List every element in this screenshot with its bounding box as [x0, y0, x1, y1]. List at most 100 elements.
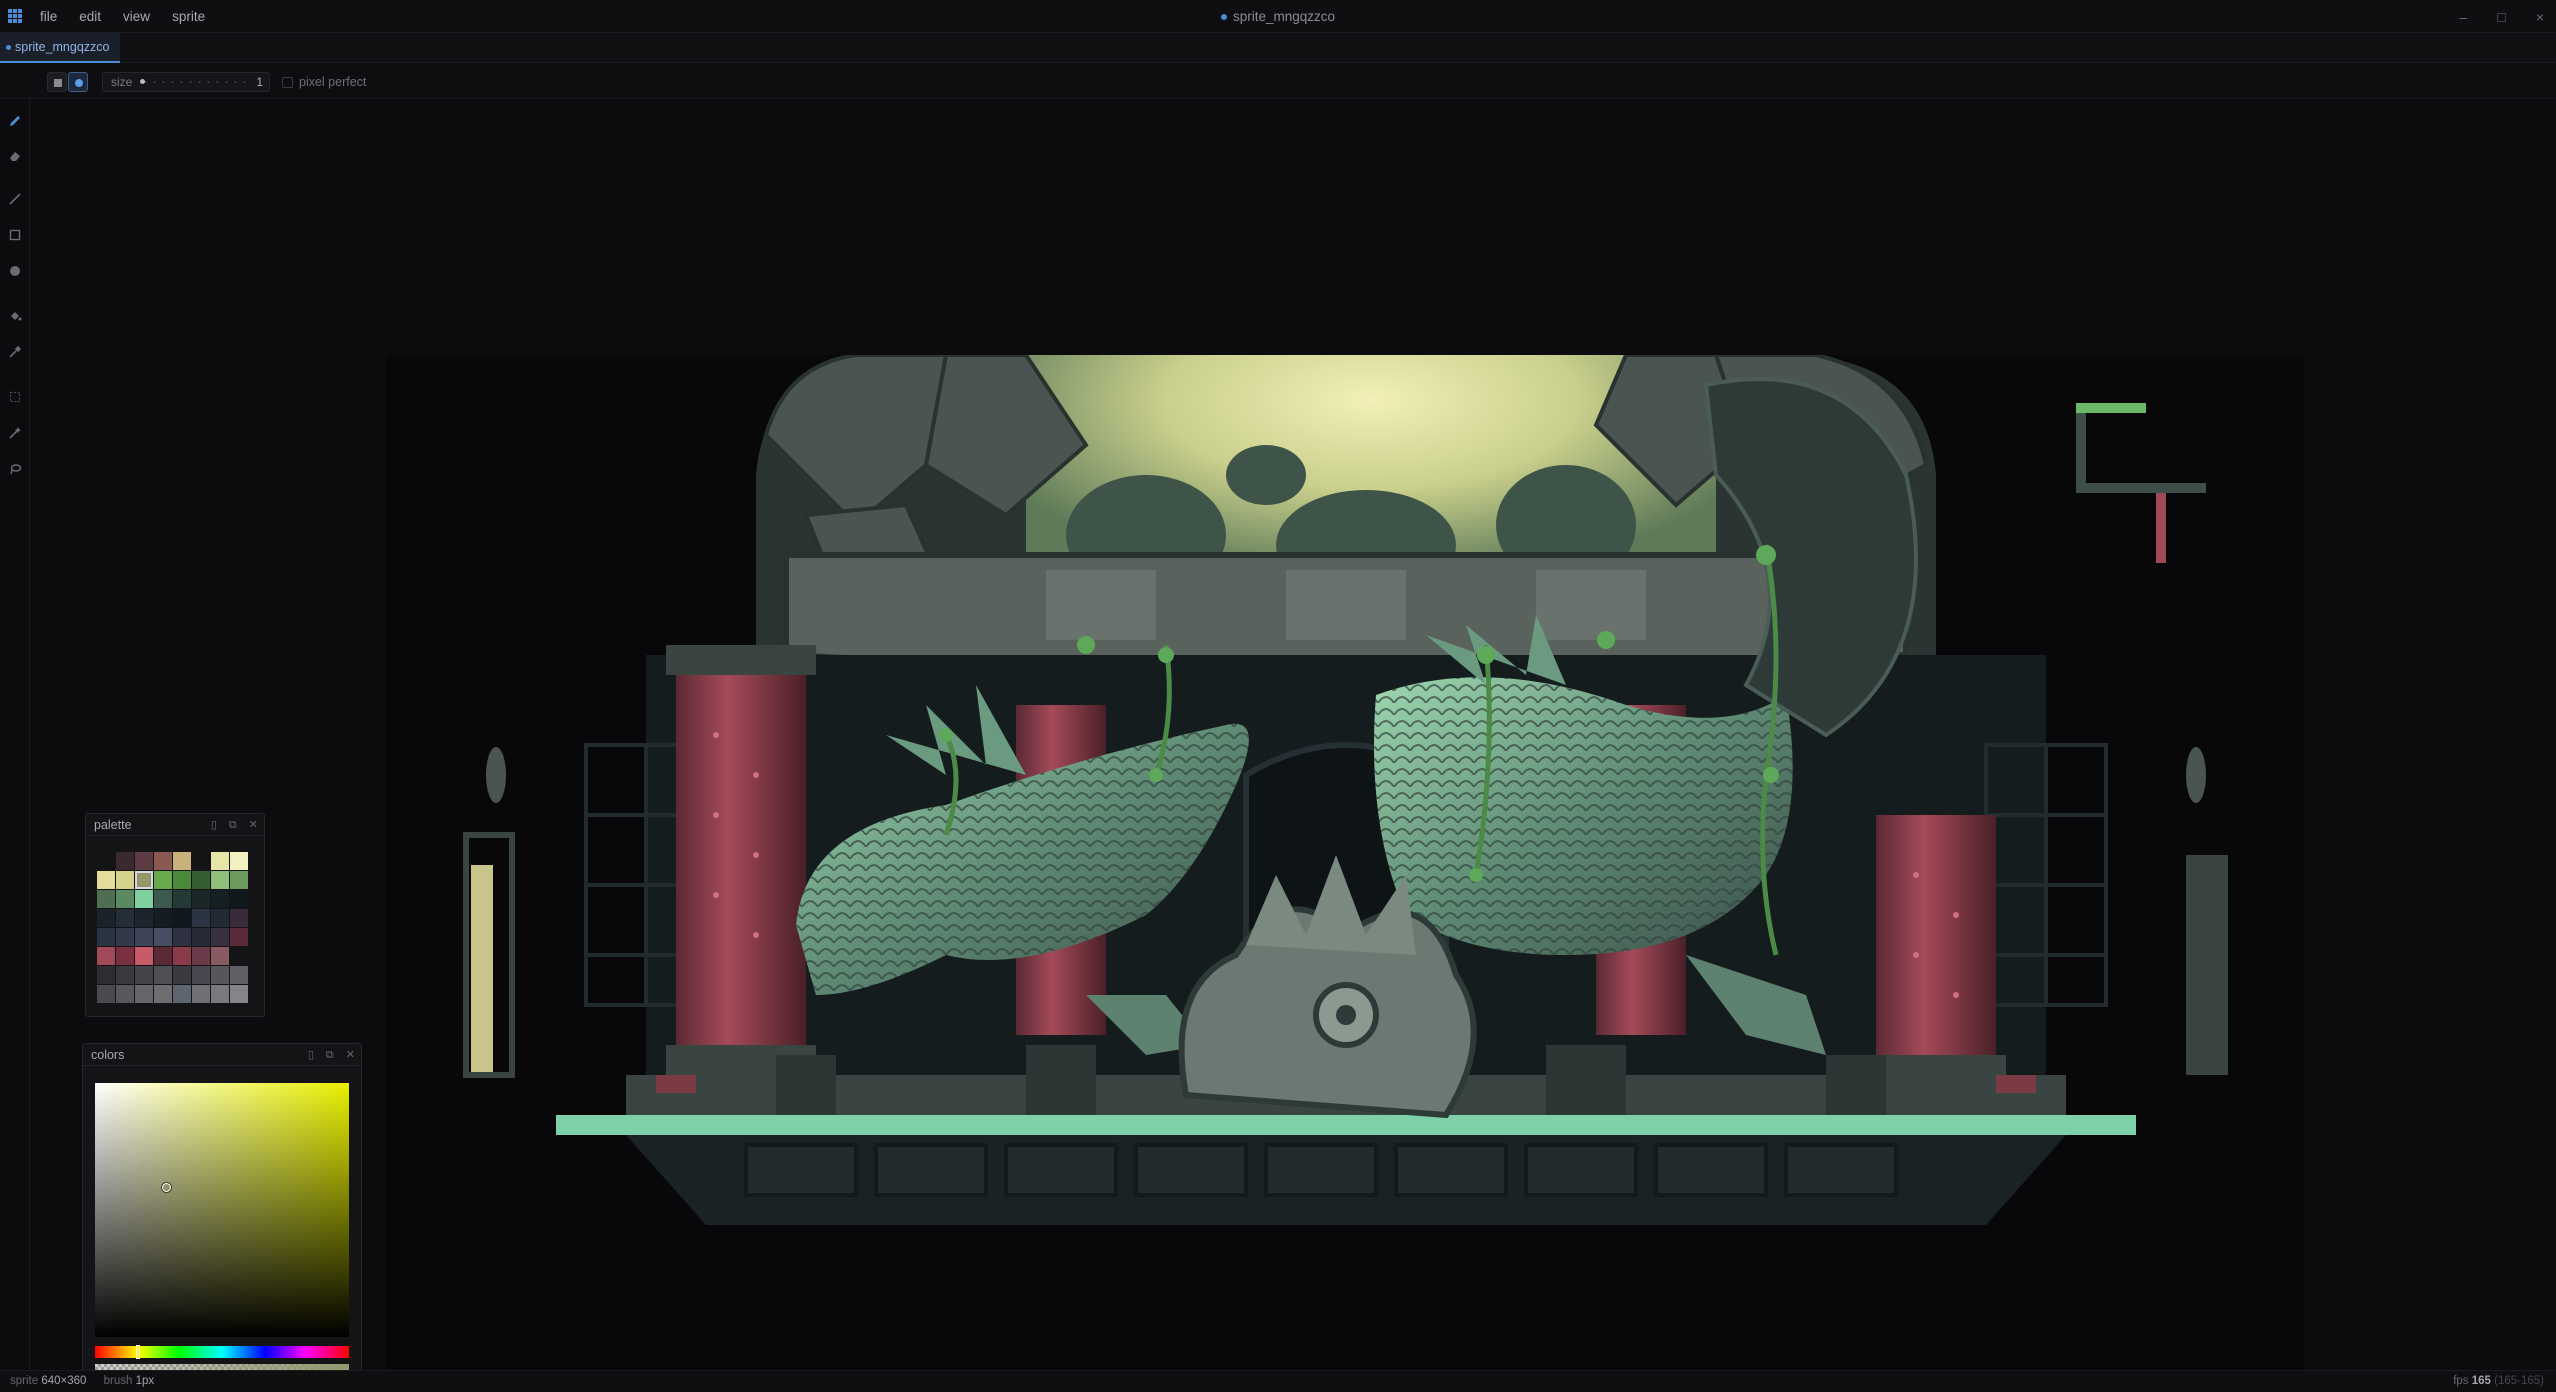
palette-swatch[interactable] [192, 890, 210, 908]
pixel-perfect-toggle[interactable]: pixel perfect [282, 72, 366, 92]
palette-swatch[interactable] [154, 966, 172, 984]
lasso-tool[interactable] [5, 459, 25, 479]
menu-edit[interactable]: edit [79, 9, 101, 24]
rectangle-tool[interactable] [5, 225, 25, 245]
palette-swatch[interactable] [97, 947, 115, 965]
palette-swatch[interactable] [135, 985, 153, 1003]
palette-swatch[interactable] [211, 928, 229, 946]
ellipse-tool[interactable] [5, 261, 25, 281]
palette-swatch[interactable] [135, 852, 153, 870]
palette-swatch[interactable] [230, 966, 248, 984]
palette-swatch[interactable] [192, 966, 210, 984]
palette-swatch[interactable] [116, 985, 134, 1003]
palette-swatch[interactable] [211, 985, 229, 1003]
palette-swatch[interactable] [173, 871, 191, 889]
palette-swatch[interactable] [116, 947, 134, 965]
popout-icon[interactable]: ⧉ [326, 1044, 334, 1066]
maximize-button[interactable]: □ [2497, 9, 2505, 25]
palette-swatch[interactable] [135, 966, 153, 984]
palette-swatch[interactable] [211, 890, 229, 908]
palette-swatch[interactable] [154, 928, 172, 946]
palette-swatch[interactable] [154, 947, 172, 965]
line-tool[interactable] [5, 189, 25, 209]
palette-swatch[interactable] [97, 852, 115, 870]
select-tool[interactable] [5, 387, 25, 407]
palette-swatch[interactable] [230, 928, 248, 946]
palette-swatch[interactable] [173, 947, 191, 965]
palette-swatch[interactable] [173, 852, 191, 870]
popout-icon[interactable]: ⧉ [229, 814, 237, 836]
close-icon[interactable]: ✕ [249, 814, 258, 836]
palette-swatch[interactable] [154, 985, 172, 1003]
palette-swatch[interactable] [211, 909, 229, 927]
fill-tool[interactable] [5, 306, 25, 326]
canvas-viewport[interactable]: palette ▯ ⧉ ✕ colors ▯ ⧉ ✕ #949 [30, 99, 2556, 1392]
hue-slider-handle[interactable] [136, 1345, 141, 1359]
palette-swatch[interactable] [230, 890, 248, 908]
close-icon[interactable]: ✕ [346, 1044, 355, 1066]
eyedropper-tool[interactable] [5, 342, 25, 362]
brush-circle-button[interactable] [68, 72, 88, 92]
palette-swatch[interactable] [211, 947, 229, 965]
menu-sprite[interactable]: sprite [172, 9, 205, 24]
pin-icon[interactable]: ▯ [211, 814, 217, 836]
eraser-tool[interactable] [5, 146, 25, 166]
palette-swatch[interactable] [97, 890, 115, 908]
magic-wand-tool[interactable] [5, 423, 25, 443]
palette-swatch[interactable] [230, 852, 248, 870]
palette-swatch[interactable] [230, 909, 248, 927]
brush-square-button[interactable] [47, 72, 67, 92]
palette-swatch[interactable] [116, 909, 134, 927]
palette-swatch[interactable] [135, 871, 153, 889]
palette-swatch[interactable] [97, 871, 115, 889]
palette-swatch[interactable] [173, 985, 191, 1003]
palette-swatch[interactable] [154, 890, 172, 908]
minimize-button[interactable]: – [2460, 9, 2468, 25]
palette-swatch[interactable] [192, 947, 210, 965]
palette-swatch[interactable] [97, 966, 115, 984]
palette-swatch[interactable] [173, 909, 191, 927]
palette-swatch[interactable] [97, 909, 115, 927]
palette-swatch[interactable] [211, 966, 229, 984]
palette-swatch[interactable] [192, 909, 210, 927]
pixel-perfect-checkbox[interactable] [282, 76, 293, 88]
palette-swatch[interactable] [135, 909, 153, 927]
palette-swatch[interactable] [116, 890, 134, 908]
palette-swatch[interactable] [173, 966, 191, 984]
hue-slider[interactable] [95, 1345, 349, 1359]
palette-swatch[interactable] [192, 871, 210, 889]
palette-swatch[interactable] [154, 852, 172, 870]
menu-file[interactable]: file [40, 9, 57, 24]
palette-swatch[interactable] [230, 947, 248, 965]
palette-panel-header[interactable]: palette ▯ ⧉ ✕ [86, 814, 264, 836]
palette-swatch[interactable] [154, 909, 172, 927]
palette-swatch[interactable] [192, 852, 210, 870]
size-slider-knob[interactable] [140, 79, 145, 84]
palette-swatch[interactable] [116, 852, 134, 870]
pin-icon[interactable]: ▯ [308, 1044, 314, 1066]
sv-picker-cursor[interactable] [162, 1183, 172, 1193]
palette-swatch[interactable] [97, 985, 115, 1003]
palette-swatch[interactable] [116, 871, 134, 889]
palette-swatch[interactable] [116, 966, 134, 984]
palette-swatch[interactable] [116, 928, 134, 946]
palette-swatch[interactable] [154, 871, 172, 889]
palette-swatch[interactable] [135, 928, 153, 946]
close-window-button[interactable]: × [2536, 9, 2544, 25]
menu-view[interactable]: view [123, 9, 150, 24]
palette-swatch[interactable] [192, 985, 210, 1003]
palette-swatch[interactable] [97, 928, 115, 946]
pencil-tool[interactable] [5, 111, 25, 131]
saturation-value-picker[interactable] [95, 1083, 349, 1337]
palette-swatch[interactable] [135, 947, 153, 965]
palette-swatch[interactable] [173, 928, 191, 946]
tab-sprite[interactable]: sprite_mngqzzco [0, 33, 120, 63]
palette-swatch[interactable] [135, 890, 153, 908]
sprite-canvas[interactable] [386, 355, 2304, 1392]
palette-swatch[interactable] [230, 985, 248, 1003]
palette-swatch[interactable] [211, 852, 229, 870]
palette-swatch[interactable] [211, 871, 229, 889]
brush-size-slider[interactable]: size 1 [102, 72, 270, 92]
palette-swatch[interactable] [230, 871, 248, 889]
colors-panel-header[interactable]: colors ▯ ⧉ ✕ [83, 1044, 361, 1066]
